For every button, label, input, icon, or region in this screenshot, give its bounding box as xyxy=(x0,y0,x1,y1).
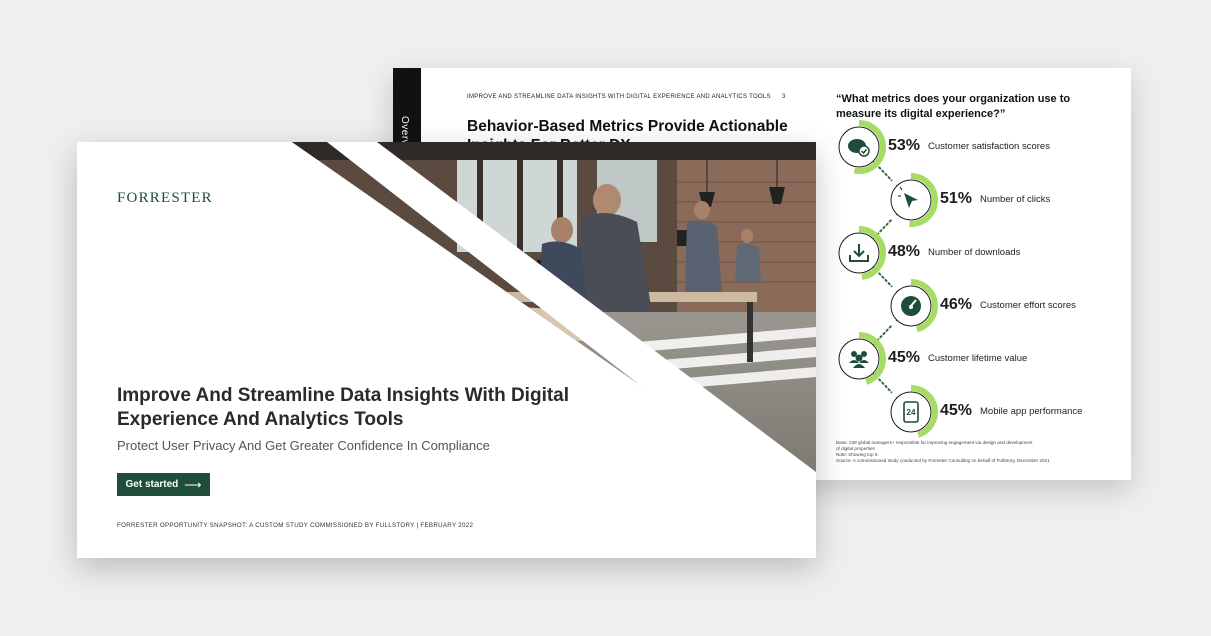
metric-percent: 53% xyxy=(888,137,921,154)
metric-label: Number of downloads xyxy=(928,247,1021,258)
metric-percent: 48% xyxy=(888,243,921,260)
metric-percent: 45% xyxy=(888,349,921,366)
cover-subtitle: Protect User Privacy And Get Greater Con… xyxy=(117,438,490,453)
svg-text:24: 24 xyxy=(907,408,916,417)
metric-label: Customer satisfaction scores xyxy=(928,141,1050,152)
get-started-button[interactable]: Get started ⟶ xyxy=(117,473,210,496)
metric-percent: 45% xyxy=(940,402,973,419)
report-cover-page: FORRESTER Improve And Streamline Data In… xyxy=(77,142,816,558)
metric-label: Mobile app performance xyxy=(980,406,1083,417)
metric-percent: 51% xyxy=(940,190,973,207)
gauge-icon xyxy=(901,296,921,316)
get-started-label: Get started xyxy=(125,479,179,490)
cover-footer: FORRESTER OPPORTUNITY SNAPSHOT: A CUSTOM… xyxy=(117,522,474,529)
metric-label: Customer lifetime value xyxy=(928,353,1028,364)
cover-title: Improve And Streamline Data Insights Wit… xyxy=(117,385,570,430)
footnote: Base: 239 global managers+ responsible f… xyxy=(836,440,1106,464)
metric-percent: 46% xyxy=(940,296,973,313)
metric-label: Customer effort scores xyxy=(980,300,1076,311)
forrester-logo: FORRESTER xyxy=(117,190,213,206)
arrow-right-icon: ⟶ xyxy=(184,477,202,492)
metric-label: Number of clicks xyxy=(980,194,1051,205)
footnote-source: Source: A commissioned study conducted b… xyxy=(836,458,1050,463)
